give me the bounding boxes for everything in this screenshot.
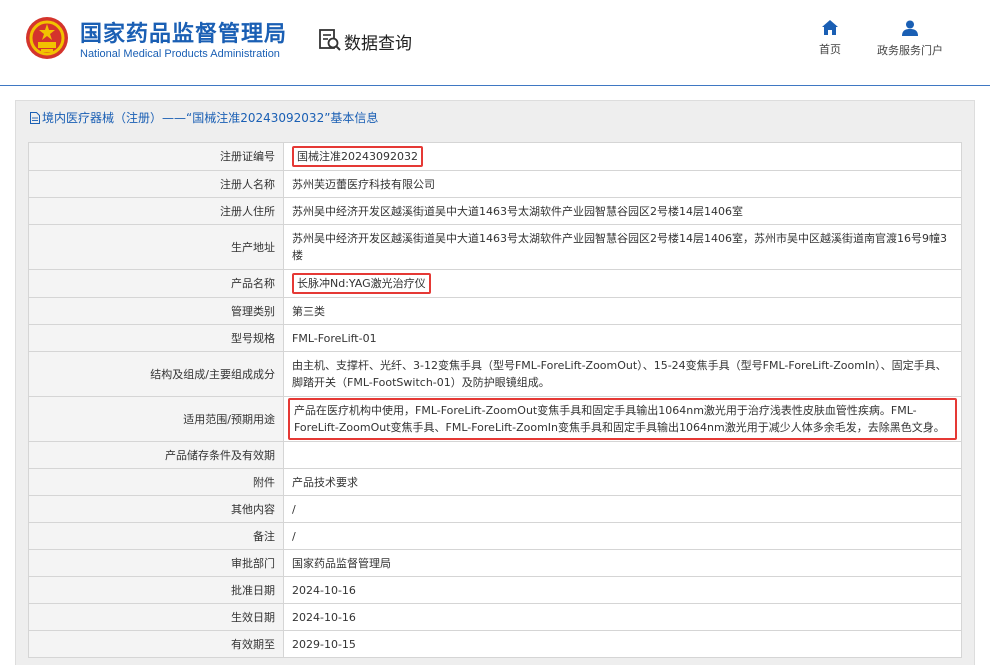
data-query-label[interactable]: 数据查询 (344, 29, 412, 54)
product-name-value: 长脉冲Nd:YAG激光治疗仪 (292, 273, 431, 294)
nav-home[interactable]: 首页 (810, 20, 850, 57)
registrant-name-value: 苏州芙迈蕾医疗科技有限公司 (283, 170, 962, 198)
device-info-table: 注册证编号 国械注准20243092032 注册人名称 苏州芙迈蕾医疗科技有限公… (28, 142, 962, 658)
nav-home-label: 首页 (819, 43, 841, 56)
remarks-value: / (283, 522, 962, 550)
storage-condition-value (283, 441, 962, 469)
effective-date-value: 2024-10-16 (283, 603, 962, 631)
attachment-value: 产品技术要求 (283, 468, 962, 496)
user-icon (902, 20, 918, 36)
expiry-date-value: 2029-10-15 (283, 630, 962, 658)
agency-name-cn: 国家药品监督管理局 (80, 22, 288, 47)
table-row: 其他内容 / (28, 495, 962, 523)
row-label: 备注 (28, 522, 284, 550)
row-label: 适用范围/预期用途 (28, 396, 284, 442)
row-label: 生效日期 (28, 603, 284, 631)
row-label: 注册证编号 (28, 142, 284, 171)
table-row: 注册人住所 苏州吴中经济开发区越溪街道吴中大道1463号太湖软件产业园智慧谷园区… (28, 197, 962, 225)
panel-title: 境内医疗器械（注册）——“国械注准20243092032”基本信息 (30, 109, 378, 126)
table-row: 附件 产品技术要求 (28, 468, 962, 496)
row-label: 产品储存条件及有效期 (28, 441, 284, 469)
row-label: 审批部门 (28, 549, 284, 577)
row-label: 批准日期 (28, 576, 284, 604)
table-row: 有效期至 2029-10-15 (28, 630, 962, 658)
table-row: 生产地址 苏州吴中经济开发区越溪街道吴中大道1463号太湖软件产业园智慧谷园区2… (28, 224, 962, 270)
table-row: 结构及组成/主要组成成分 由主机、支撑杆、光纤、3-12变焦手具（型号FML-F… (28, 351, 962, 397)
intended-use-value: 产品在医疗机构中使用，FML-ForeLift-ZoomOut变焦手具和固定手具… (288, 398, 957, 440)
nav-portal-label: 政务服务门户 (877, 44, 943, 57)
table-row: 注册证编号 国械注准20243092032 (28, 142, 962, 171)
row-label: 有效期至 (28, 630, 284, 658)
table-row: 型号规格 FML-ForeLift-01 (28, 324, 962, 352)
row-label: 生产地址 (28, 224, 284, 270)
row-label: 其他内容 (28, 495, 284, 523)
table-row: 备注 / (28, 522, 962, 550)
panel-title-text: 境内医疗器械（注册）——“国械注准20243092032”基本信息 (42, 111, 379, 125)
registration-number-value: 国械注准20243092032 (292, 146, 423, 167)
site-header: 国家药品监督管理局 National Medical Products Admi… (0, 0, 990, 86)
table-row: 注册人名称 苏州芙迈蕾医疗科技有限公司 (28, 170, 962, 198)
production-address-value: 苏州吴中经济开发区越溪街道吴中大道1463号太湖软件产业园智慧谷园区2号楼14层… (283, 224, 962, 270)
table-row: 适用范围/预期用途 产品在医疗机构中使用，FML-ForeLift-ZoomOu… (28, 396, 962, 442)
structure-composition-value: 由主机、支撑杆、光纤、3-12变焦手具（型号FML-ForeLift-ZoomO… (283, 351, 962, 397)
row-label: 型号规格 (28, 324, 284, 352)
management-class-value: 第三类 (283, 297, 962, 325)
nav-gov-service-portal[interactable]: 政务服务门户 (868, 20, 952, 58)
table-row: 产品储存条件及有效期 (28, 441, 962, 469)
approval-department-value: 国家药品监督管理局 (283, 549, 962, 577)
row-label: 结构及组成/主要组成成分 (28, 351, 284, 397)
home-icon (822, 20, 838, 35)
row-label: 注册人名称 (28, 170, 284, 198)
row-label: 管理类别 (28, 297, 284, 325)
row-label: 注册人住所 (28, 197, 284, 225)
table-row: 产品名称 长脉冲Nd:YAG激光治疗仪 (28, 269, 962, 298)
approval-date-value: 2024-10-16 (283, 576, 962, 604)
other-content-value: / (283, 495, 962, 523)
table-row: 管理类别 第三类 (28, 297, 962, 325)
table-row: 审批部门 国家药品监督管理局 (28, 549, 962, 577)
row-label: 产品名称 (28, 269, 284, 298)
registrant-address-value: 苏州吴中经济开发区越溪街道吴中大道1463号太湖软件产业园智慧谷园区2号楼14层… (283, 197, 962, 225)
data-query-icon (319, 29, 341, 51)
agency-name-en: National Medical Products Administration (80, 48, 280, 60)
document-icon (30, 112, 40, 124)
table-row: 批准日期 2024-10-16 (28, 576, 962, 604)
national-emblem-icon (26, 17, 68, 59)
model-spec-value: FML-ForeLift-01 (283, 324, 962, 352)
row-label: 附件 (28, 468, 284, 496)
detail-panel: 境内医疗器械（注册）——“国械注准20243092032”基本信息 注册证编号 … (15, 100, 975, 665)
table-row: 生效日期 2024-10-16 (28, 603, 962, 631)
